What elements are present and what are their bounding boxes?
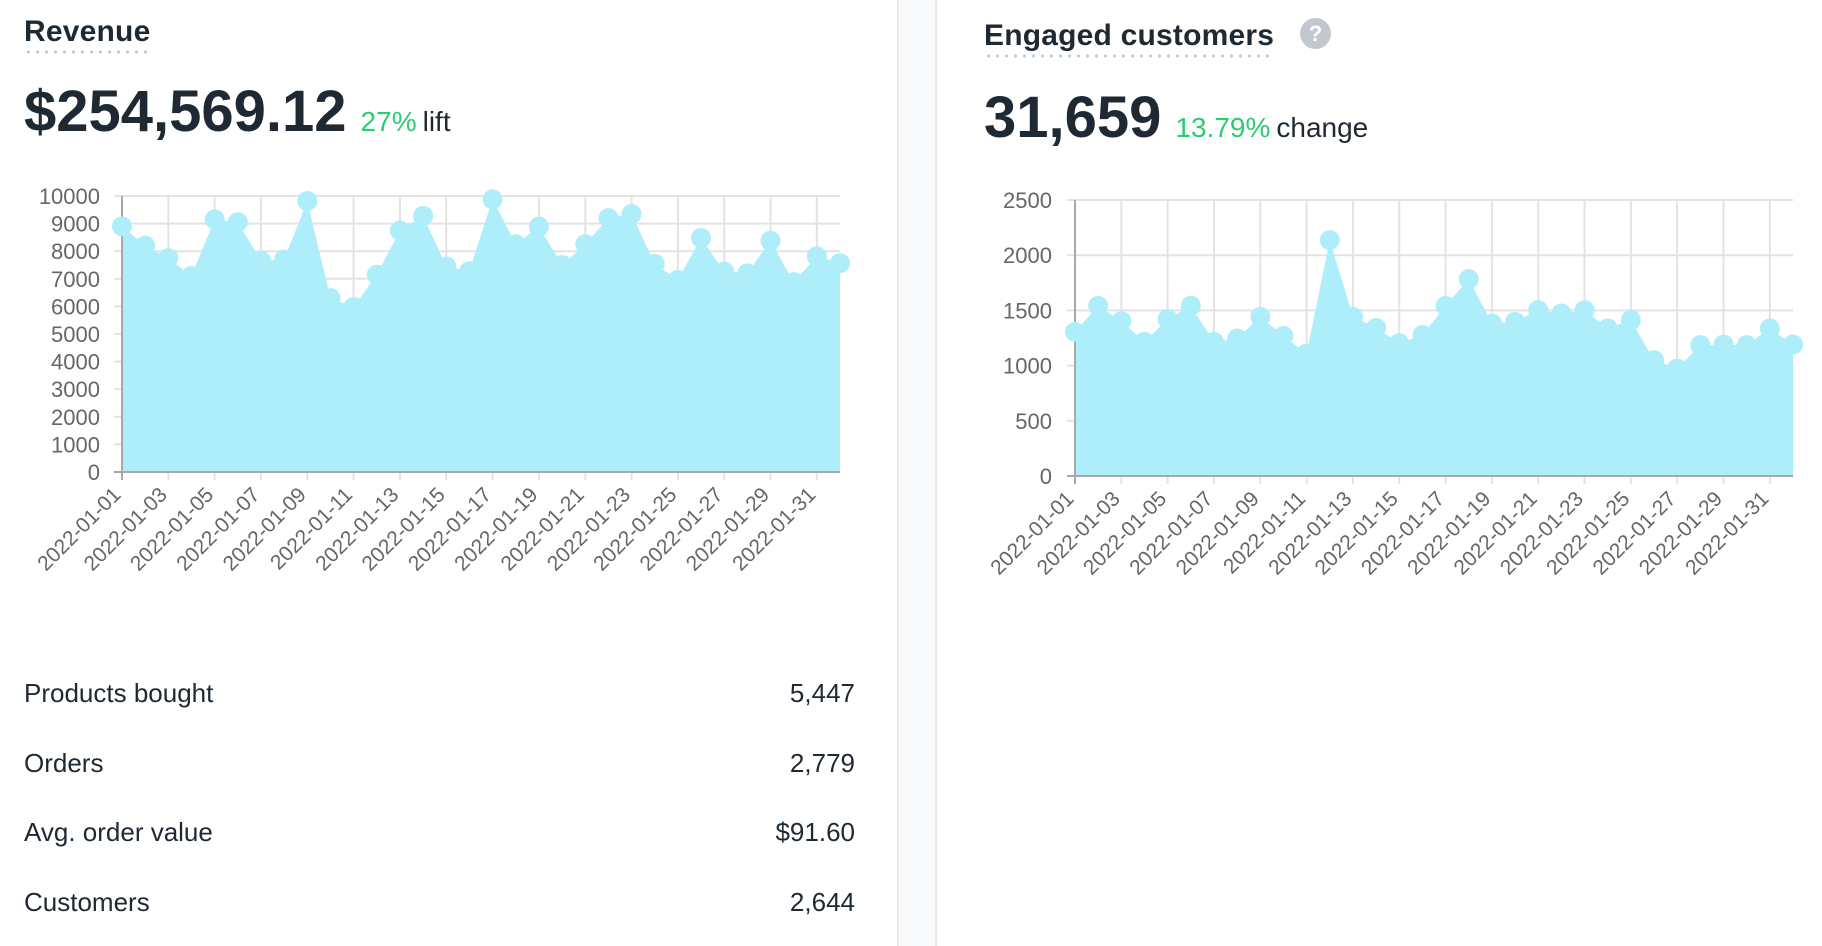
data-point [1366,317,1387,338]
revenue-panel: Revenue $254,569.12 27% lift 0 1000 2000 3000… [0,0,897,946]
y-tick-label: 0 [1040,464,1052,489]
data-point [1551,303,1572,324]
data-point [1203,331,1224,352]
data-point [760,230,781,251]
data-point [737,263,758,284]
data-point [1319,230,1340,251]
data-point [806,246,827,267]
y-tick-label: 1500 [1003,298,1052,323]
data-point [1481,313,1502,334]
data-point [158,248,179,269]
data-point [366,264,387,285]
y-tick-label: 1000 [51,432,100,457]
data-point [227,212,248,233]
data-point [1528,300,1549,321]
data-point [1574,300,1595,321]
stat-value: 2,644 [789,887,855,917]
data-point [1412,325,1433,346]
stat-row-products-bought: Products bought 5,447 [24,673,855,713]
y-tick-label: 1000 [1003,354,1052,379]
data-point [1342,306,1363,327]
area-fill [122,199,840,472]
y-tick-label: 500 [1015,409,1052,434]
data-point [644,253,665,274]
y-tick-label: 4000 [51,350,100,375]
stat-label: Avg. order value [24,817,213,847]
data-point [413,205,434,226]
data-point [1458,269,1479,290]
data-point [389,220,410,241]
data-point [667,269,688,290]
data-point [112,216,132,237]
data-point [1157,309,1178,330]
stat-row-avg-order-value: Avg. order value $91.60 [24,812,855,852]
y-tick-label: 2000 [1003,243,1052,268]
data-point [1273,325,1294,346]
stat-label: Orders [24,748,104,778]
data-point [1736,335,1757,356]
data-point [621,203,642,224]
data-point [1227,328,1248,349]
stat-label: Products bought [24,678,214,708]
engaged-customers-chart: 050010001500200025002022-01-012022-01-03… [986,188,1803,579]
data-point [1690,335,1711,356]
data-point [1759,318,1780,339]
y-tick-label: 0 [88,460,100,485]
stat-value: 5,447 [789,678,855,708]
data-point [1134,331,1155,352]
stat-row-orders: Orders 2,779 [24,743,855,783]
data-point [459,261,480,282]
data-point [830,253,850,274]
data-point [1250,306,1271,327]
data-point [436,256,457,277]
data-point [575,234,596,255]
data-point [1111,311,1132,332]
data-point [320,288,341,309]
data-point [1713,334,1734,355]
data-point [250,250,271,271]
revenue-chart: 0 10002000 30004000 5000 60007000 80009000 100… [33,184,850,575]
y-tick-label: 5000 [51,322,100,347]
data-point [1783,334,1803,355]
data-point [135,235,156,256]
data-point [528,216,549,237]
data-point [297,190,318,211]
data-point [181,266,202,287]
area-fill [1075,240,1793,476]
data-point [1505,311,1526,332]
y-tick-label: 10000 [39,184,100,209]
data-point [343,296,364,317]
data-point [1667,358,1688,379]
y-tick-label: 2500 [1003,188,1052,213]
data-point [204,209,225,230]
data-point [783,272,804,293]
stat-value: 2,779 [789,748,855,778]
data-point [1296,343,1317,364]
data-point [598,208,619,229]
data-point [482,189,503,210]
stat-value: $91.60 [775,817,855,847]
data-point [505,234,526,255]
data-point [552,255,573,275]
data-point [1620,310,1641,331]
y-tick-label: 6000 [51,294,100,319]
data-point [1180,295,1201,316]
data-point [1065,321,1085,342]
data-point [714,261,735,282]
stat-label: Customers [24,887,150,917]
data-point [1435,295,1456,316]
data-point [1597,318,1618,339]
y-tick-label: 8000 [51,239,100,264]
y-tick-label: 2000 [51,405,100,430]
data-point [1644,350,1665,371]
stat-row-customers: Customers 2,644 [24,882,855,922]
data-point [691,227,712,248]
data-point [274,249,295,270]
panel-divider [897,0,937,946]
data-point [1389,333,1410,354]
y-tick-label: 3000 [51,377,100,402]
y-tick-label: 9000 [51,212,100,237]
data-point [1088,295,1109,316]
y-tick-label: 7000 [51,267,100,292]
